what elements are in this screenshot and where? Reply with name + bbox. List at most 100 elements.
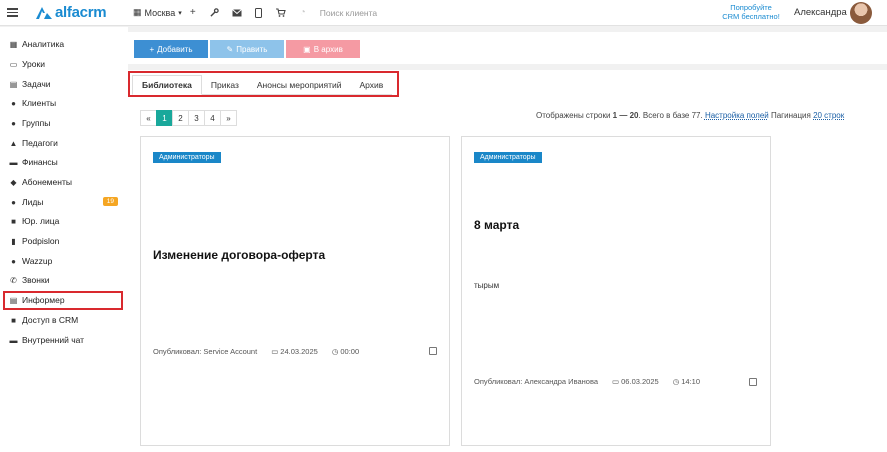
card-meta: Опубликовал: Service Account ▭ 24.03.2025… bbox=[153, 347, 359, 356]
rows-info-prefix: Отображены строки bbox=[536, 111, 613, 120]
search-input[interactable]: Поиск клиента bbox=[320, 8, 520, 18]
page-1[interactable]: 1 bbox=[156, 110, 173, 126]
task-icon: ▤ bbox=[9, 79, 18, 89]
sidebar-item-label: Задачи bbox=[22, 79, 51, 89]
calendar-icon: ▭ bbox=[9, 59, 18, 69]
clock-icon: ◷ bbox=[331, 347, 339, 356]
tabs-highlight-box bbox=[128, 71, 399, 97]
sidebar-item-label: Wazzup bbox=[22, 256, 53, 266]
sidebar-item-label: Уроки bbox=[22, 59, 45, 69]
sidebar-item-internal-chat[interactable]: ▬ Внутренний чат bbox=[9, 332, 121, 348]
phone-icon: ✆ bbox=[10, 275, 17, 285]
action-toolbar: + Добавить ✎ Править ▣ В архив bbox=[128, 32, 887, 64]
sidebar-item-label: Финансы bbox=[22, 157, 58, 167]
logo-text: alfacrm bbox=[55, 4, 107, 21]
card-author: Опубликовал: Александра Иванова bbox=[474, 377, 599, 386]
building-icon: ▦ bbox=[133, 7, 142, 17]
money-icon: ▬ bbox=[9, 157, 18, 167]
page-2[interactable]: 2 bbox=[172, 110, 189, 126]
menu-icon[interactable] bbox=[1, 0, 23, 26]
sidebar-item-analytics[interactable]: ▦ Аналитика bbox=[9, 36, 121, 52]
edit-button[interactable]: ✎ Править bbox=[210, 40, 284, 58]
avatar[interactable] bbox=[850, 2, 872, 24]
card-date: 24.03.2025 bbox=[280, 347, 318, 356]
wrench-icon[interactable] bbox=[204, 0, 226, 26]
rows-info: Отображены строки 1 — 20. Всего в базе 7… bbox=[536, 111, 844, 120]
sidebar-item-label: Абонементы bbox=[22, 177, 72, 187]
phone-device-icon[interactable] bbox=[248, 0, 270, 26]
page-prev[interactable]: « bbox=[140, 110, 157, 126]
sidebar-item-teachers[interactable]: ▲ Педагоги bbox=[9, 135, 121, 151]
pagination-label: Пагинация bbox=[770, 111, 811, 120]
sidebar-item-lessons[interactable]: ▭ Уроки bbox=[9, 56, 121, 72]
tag-icon: ◆ bbox=[10, 177, 17, 187]
card-title: 8 марта bbox=[474, 218, 520, 232]
card-checkbox[interactable] bbox=[749, 378, 757, 386]
rows-info-range: 1 — 20 bbox=[612, 111, 639, 120]
sidebar-item-label: Лиды bbox=[22, 197, 44, 207]
sidebar-item-calls[interactable]: ✆ Звонки bbox=[9, 272, 121, 288]
card-time: 00:00 bbox=[340, 347, 360, 356]
card-title: Изменение договора-оферта bbox=[153, 248, 326, 262]
sidebar-item-label: Доступ в CRM bbox=[22, 315, 79, 325]
sidebar-item-label: Звонки bbox=[22, 275, 50, 285]
card-tag: Администраторы bbox=[153, 152, 221, 163]
sidebar: ▦ Аналитика ▭ Уроки ▤ Задачи ● Клиенты ●… bbox=[0, 27, 128, 452]
message-icon: ▬ bbox=[9, 335, 18, 345]
promo-line-2: CRM бесплатно! bbox=[722, 12, 780, 21]
sidebar-item-leads[interactable]: ● Лиды 19 bbox=[9, 194, 121, 210]
sidebar-item-label: Аналитика bbox=[22, 39, 65, 49]
clock-icon: ◷ bbox=[672, 377, 680, 386]
calendar-icon: ▭ bbox=[612, 377, 620, 386]
sidebar-item-subscriptions[interactable]: ◆ Абонементы bbox=[9, 174, 121, 190]
sidebar-item-label: Юр. лица bbox=[22, 216, 60, 226]
mail-icon[interactable] bbox=[226, 0, 248, 26]
card-body: тырым bbox=[474, 281, 500, 290]
group-icon: ● bbox=[11, 118, 16, 128]
page-next[interactable]: » bbox=[220, 110, 237, 126]
sidebar-item-label: Педагоги bbox=[22, 138, 58, 148]
sidebar-item-groups[interactable]: ● Группы bbox=[9, 115, 121, 131]
chart-icon: ▦ bbox=[9, 39, 18, 49]
cart-icon[interactable] bbox=[270, 0, 292, 26]
sidebar-item-label: Podpislon bbox=[22, 236, 60, 246]
lead-icon: ● bbox=[11, 197, 16, 207]
pagination: « 1 2 3 4 » bbox=[140, 110, 237, 126]
logo[interactable]: alfacrm bbox=[35, 4, 119, 21]
sidebar-item-tasks[interactable]: ▤ Задачи bbox=[9, 76, 121, 92]
sidebar-item-podpislon[interactable]: ▮ Podpislon bbox=[9, 233, 121, 249]
edit-button-label: Править bbox=[236, 44, 268, 54]
page-3[interactable]: 3 bbox=[188, 110, 205, 126]
card-checkbox[interactable] bbox=[429, 347, 437, 355]
sidebar-item-crm-access[interactable]: ■ Доступ в CRM bbox=[9, 312, 121, 328]
informer-highlight-box bbox=[3, 291, 123, 310]
sidebar-item-label: Внутренний чат bbox=[22, 335, 85, 345]
card-date: 06.03.2025 bbox=[621, 377, 659, 386]
add-button[interactable]: + Добавить bbox=[134, 40, 208, 58]
card-author: Опубликовал: Service Account bbox=[153, 347, 258, 356]
informer-card[interactable]: Администраторы Изменение договора-оферта… bbox=[140, 136, 450, 446]
clock-icon[interactable]: ◔ bbox=[292, 0, 314, 26]
plus-icon: + bbox=[149, 44, 155, 54]
sidebar-item-wazzup[interactable]: ● Wazzup bbox=[9, 253, 121, 269]
promo-link[interactable]: Попробуйте CRM бесплатно! bbox=[718, 3, 784, 21]
calendar-icon: ▭ bbox=[271, 347, 279, 356]
sidebar-item-clients[interactable]: ● Клиенты bbox=[9, 95, 121, 111]
promo-line-1: Попробуйте bbox=[730, 3, 772, 12]
sidebar-item-finance[interactable]: ▬ Финансы bbox=[9, 154, 121, 170]
plus-icon[interactable]: + bbox=[182, 0, 204, 26]
sidebar-item-legal-entities[interactable]: ■ Юр. лица bbox=[9, 213, 121, 229]
sidebar-item-label: Клиенты bbox=[22, 98, 57, 108]
teacher-icon: ▲ bbox=[9, 138, 18, 148]
pagination-size-link[interactable]: 20 строк bbox=[813, 111, 844, 120]
page-4[interactable]: 4 bbox=[204, 110, 221, 126]
informer-card[interactable]: Администраторы 8 марта тырым Опубликовал… bbox=[461, 136, 771, 446]
user-name[interactable]: Александра bbox=[794, 7, 847, 18]
archive-button-label: В архив bbox=[313, 44, 343, 54]
lock-icon: ■ bbox=[11, 315, 16, 325]
city-select[interactable]: ▦ Москва ▾ bbox=[133, 7, 182, 18]
archive-button[interactable]: ▣ В архив bbox=[286, 40, 360, 58]
card-tag: Администраторы bbox=[474, 152, 542, 163]
fields-settings-link[interactable]: Настройка полей bbox=[705, 111, 769, 120]
briefcase-icon: ■ bbox=[11, 216, 16, 226]
